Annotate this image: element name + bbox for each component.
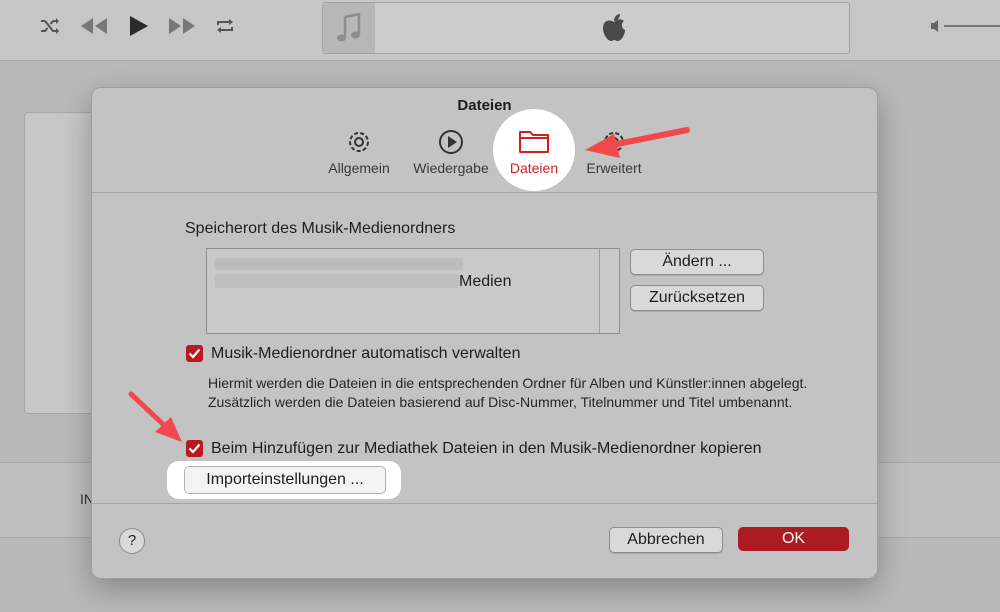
previous-icon[interactable] [80, 14, 108, 38]
checkmark-icon [188, 348, 201, 359]
cancel-button[interactable]: Abbrechen [609, 527, 723, 553]
folder-icon [519, 131, 549, 153]
tab-erweitert[interactable]: Erweitert [578, 128, 650, 176]
help-button[interactable]: ? [119, 528, 145, 554]
path-scrollbar[interactable] [599, 249, 619, 333]
redacted-path [215, 258, 463, 270]
tab-allgemein-label: Allgemein [328, 160, 390, 176]
preferences-dialog: Dateien Allgemein Wiedergabe Erweitert D… [91, 87, 878, 579]
apple-logo-icon [601, 13, 627, 48]
shuffle-icon[interactable] [36, 14, 64, 38]
gear-icon [349, 132, 369, 152]
checkmark-icon [188, 443, 201, 454]
repeat-icon[interactable] [211, 14, 239, 38]
reset-button[interactable]: Zurücksetzen [630, 285, 764, 311]
play-circle-icon [439, 130, 463, 154]
tab-allgemein[interactable]: Allgemein [324, 128, 394, 176]
music-note-icon [323, 3, 375, 53]
change-button[interactable]: Ändern ... [630, 249, 764, 275]
player-toolbar [0, 0, 1000, 61]
volume-slider[interactable] [930, 18, 1000, 34]
manage-folder-description: Hiermit werden die Dateien in die entspr… [208, 375, 808, 410]
manage-folder-checkbox[interactable] [186, 345, 203, 362]
tab-dateien[interactable]: Dateien [493, 109, 575, 191]
import-settings-button[interactable]: Importeinstellungen ... [184, 466, 386, 494]
redacted-path [215, 274, 459, 288]
manage-folder-label: Musik-Medienordner automatisch verwalten [211, 345, 521, 362]
import-settings-highlight: Importeinstellungen ... [167, 461, 401, 499]
copy-files-checkbox[interactable] [186, 440, 203, 457]
location-label: Speicherort des Musik-Medienordners [185, 220, 456, 237]
tab-dateien-label: Dateien [509, 160, 559, 176]
next-icon[interactable] [168, 14, 196, 38]
tab-wiedergabe[interactable]: Wiedergabe [408, 128, 494, 176]
lcd-display [322, 2, 850, 54]
tab-wiedergabe-label: Wiedergabe [413, 160, 489, 176]
advanced-gear-icon [604, 132, 624, 152]
tab-divider [92, 192, 877, 193]
footer-divider [92, 503, 877, 504]
ok-button[interactable]: OK [738, 527, 849, 551]
copy-files-label: Beim Hinzufügen zur Mediathek Dateien in… [211, 440, 762, 457]
path-text: Medien [459, 273, 512, 290]
play-icon[interactable] [124, 14, 152, 38]
tab-erweitert-label: Erweitert [586, 160, 642, 176]
media-folder-path-field[interactable]: Medien [206, 248, 620, 334]
dialog-title: Dateien [457, 97, 512, 114]
